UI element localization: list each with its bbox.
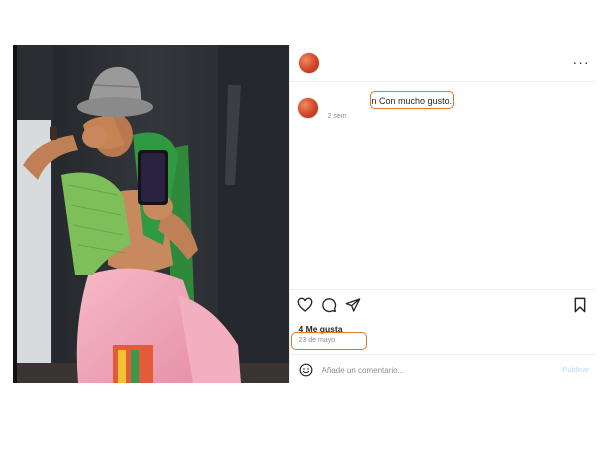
comment-bubble-icon[interactable] xyxy=(321,297,337,313)
photo-image xyxy=(13,45,289,383)
author-avatar[interactable] xyxy=(297,52,320,74)
more-options-icon[interactable]: ··· xyxy=(573,55,590,69)
post-actions: 4 Me gusta 23 de mayo Publicar xyxy=(289,289,596,385)
publish-button[interactable]: Publicar xyxy=(562,365,589,374)
comment-text: n Con mucho gusto. xyxy=(371,96,453,106)
instagram-post: ··· n Con mucho gusto. 2 sem 4 Me gusta … xyxy=(13,45,596,385)
comment-input[interactable] xyxy=(321,361,542,379)
bookmark-icon[interactable] xyxy=(573,297,587,313)
page: ··· n Con mucho gusto. 2 sem 4 Me gusta … xyxy=(0,0,600,455)
send-icon[interactable] xyxy=(345,297,361,313)
emoji-icon[interactable] xyxy=(299,363,313,377)
post-side-panel: ··· n Con mucho gusto. 2 sem 4 Me gusta … xyxy=(288,45,596,385)
comment-time[interactable]: 2 sem xyxy=(328,113,347,120)
post-header: ··· xyxy=(289,45,596,82)
post-photo[interactable] xyxy=(13,45,289,383)
heart-icon[interactable] xyxy=(297,297,313,313)
comment: n Con mucho gusto. 2 sem xyxy=(290,91,596,131)
post-date[interactable]: 23 de mayo xyxy=(299,337,336,344)
add-comment-bar: Publicar xyxy=(289,354,596,385)
commenter-avatar[interactable] xyxy=(296,97,319,119)
